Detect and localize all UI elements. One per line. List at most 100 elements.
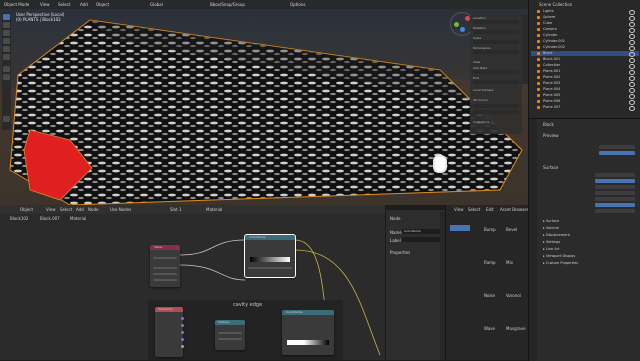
annotate-tool[interactable] xyxy=(3,66,10,72)
outliner-item[interactable]: Block xyxy=(531,51,639,57)
transform-tool[interactable] xyxy=(3,54,10,60)
outliner-item[interactable]: Plane.006 xyxy=(531,99,639,105)
asset-catalog-selected[interactable] xyxy=(450,225,470,231)
outliner-item[interactable]: Block.001 xyxy=(531,57,639,63)
select-menu[interactable]: Select xyxy=(58,2,70,7)
properties-panel-header[interactable]: ▸ Line Art xyxy=(543,247,559,251)
surface-section[interactable]: Surface xyxy=(543,165,558,170)
properties-tabs[interactable] xyxy=(529,119,537,361)
scale-tool[interactable] xyxy=(3,46,10,52)
outliner-item[interactable]: Plane.003 xyxy=(531,81,639,87)
object-icon xyxy=(537,16,540,19)
location-field[interactable] xyxy=(473,20,519,24)
collections-section[interactable]: Collections xyxy=(473,120,489,124)
object-icon xyxy=(537,76,540,79)
color-ramp-node[interactable]: ColorRamp xyxy=(244,234,296,278)
prop-field[interactable] xyxy=(599,151,635,155)
outliner-item[interactable]: Lights xyxy=(531,9,639,15)
asset-item[interactable]: Voronoi xyxy=(506,293,521,298)
local-camera-label: Local Camera xyxy=(473,88,494,92)
z-axis-icon[interactable] xyxy=(460,27,465,32)
properties-panel-header[interactable]: ▸ Viewport Display xyxy=(543,254,575,258)
color-ramp-2-gradient[interactable] xyxy=(287,340,329,345)
outliner-item[interactable]: Camera xyxy=(531,27,639,33)
scale-field[interactable] xyxy=(473,40,519,44)
asset-edit-menu[interactable]: Edit xyxy=(486,207,494,212)
toolbar xyxy=(2,12,11,130)
outliner-item[interactable]: Plane.002 xyxy=(531,75,639,81)
properties-section[interactable]: Properties xyxy=(390,250,410,255)
add-menu[interactable]: Add xyxy=(80,2,88,7)
clip-start-field[interactable] xyxy=(473,70,519,74)
3d-viewport[interactable]: Object Mode View Select Add Object Globa… xyxy=(0,0,528,205)
snap-settings[interactable]: Bbox/Snap/Group xyxy=(210,2,245,7)
3d-cursor-section[interactable]: 3D Cursor xyxy=(473,98,488,102)
object-menu[interactable]: Object xyxy=(96,2,109,7)
outliner-item[interactable]: Cylinder.002 xyxy=(531,45,639,51)
visibility-eye-icon[interactable] xyxy=(629,106,635,111)
outliner-item[interactable]: Cube xyxy=(531,21,639,27)
properties-panel-header[interactable]: ▸ Displacement xyxy=(543,233,570,237)
outliner-item[interactable]: Plane.004 xyxy=(531,87,639,93)
mode-dropdown[interactable]: Object Mode xyxy=(4,2,29,7)
geometry-node[interactable]: Geometry xyxy=(155,307,184,357)
outliner-item[interactable]: Plane.001 xyxy=(531,69,639,75)
value-field[interactable] xyxy=(153,257,177,259)
asset-item[interactable]: Musgrave xyxy=(506,326,526,331)
prop-field[interactable] xyxy=(595,203,635,207)
color-ramp-node-2[interactable]: ColorRamp xyxy=(282,310,334,355)
y-axis-icon[interactable] xyxy=(454,22,459,27)
outliner-item[interactable]: Sphere xyxy=(531,15,639,21)
outliner-item[interactable]: Plane.005 xyxy=(531,93,639,99)
preview-section[interactable]: Preview xyxy=(543,133,559,138)
rotation-field[interactable] xyxy=(473,30,519,34)
measure-tool[interactable] xyxy=(3,74,10,80)
move-tool[interactable] xyxy=(3,30,10,36)
prop-field[interactable] xyxy=(599,145,635,149)
tab-node[interactable]: Node xyxy=(390,216,400,221)
prop-field[interactable] xyxy=(595,209,635,213)
asset-item[interactable]: Bump xyxy=(484,227,496,232)
prop-field[interactable] xyxy=(595,197,635,201)
value-node[interactable]: Value xyxy=(150,245,180,287)
asset-item[interactable]: Noise xyxy=(484,293,495,298)
prop-field[interactable] xyxy=(595,179,635,183)
dimensions-field[interactable] xyxy=(473,50,519,54)
object-icon xyxy=(537,40,540,43)
outliner-item[interactable]: Cylinder xyxy=(531,33,639,39)
cursor-tool[interactable] xyxy=(3,22,10,28)
shader-node-editor[interactable]: Object View Select Add Node Use Nodes Sl… xyxy=(0,205,385,360)
clip-end-field[interactable] xyxy=(473,80,519,84)
select-tool[interactable] xyxy=(3,14,10,20)
name-field[interactable]: ColorRamp xyxy=(402,229,440,234)
properties-panel-header[interactable]: ▸ Surface xyxy=(543,219,559,223)
asset-item[interactable]: Ramp xyxy=(484,260,496,265)
prop-field[interactable] xyxy=(595,185,635,189)
outliner-item[interactable]: Cylinder.001 xyxy=(531,39,639,45)
outliner-item[interactable]: Plane.007 xyxy=(531,105,639,111)
cursor-rotation-field[interactable] xyxy=(473,110,519,114)
asset-select-menu[interactable]: Select xyxy=(468,207,480,212)
math-node[interactable]: Multiply xyxy=(215,320,245,350)
outliner-item-label: Plane.007 xyxy=(543,105,561,109)
properties-panel-header[interactable]: ▸ Volume xyxy=(543,226,559,230)
view-menu[interactable]: View xyxy=(40,2,50,7)
add-cube-tool[interactable] xyxy=(3,116,10,122)
asset-item[interactable]: Mix xyxy=(506,260,513,265)
asset-view-menu[interactable]: View xyxy=(454,207,464,212)
label-field[interactable] xyxy=(402,237,440,242)
properties-panel-header[interactable]: ▸ Settings xyxy=(543,240,560,244)
properties-panel-header[interactable]: ▸ Custom Properties xyxy=(543,261,578,265)
color-ramp-gradient[interactable] xyxy=(250,257,290,262)
transform-orientation[interactable]: Global xyxy=(150,2,163,7)
outliner-item[interactable]: Collection xyxy=(531,63,639,69)
prop-field[interactable] xyxy=(595,173,635,177)
view-section[interactable]: View xyxy=(473,60,480,64)
cursor-location-field[interactable] xyxy=(473,104,519,108)
asset-item[interactable]: Wave xyxy=(484,326,495,331)
prop-field[interactable] xyxy=(595,191,635,195)
rotate-tool[interactable] xyxy=(3,38,10,44)
asset-item[interactable]: Bevel xyxy=(506,227,517,232)
options-menu[interactable]: Options xyxy=(290,2,305,7)
object-icon xyxy=(537,82,540,85)
